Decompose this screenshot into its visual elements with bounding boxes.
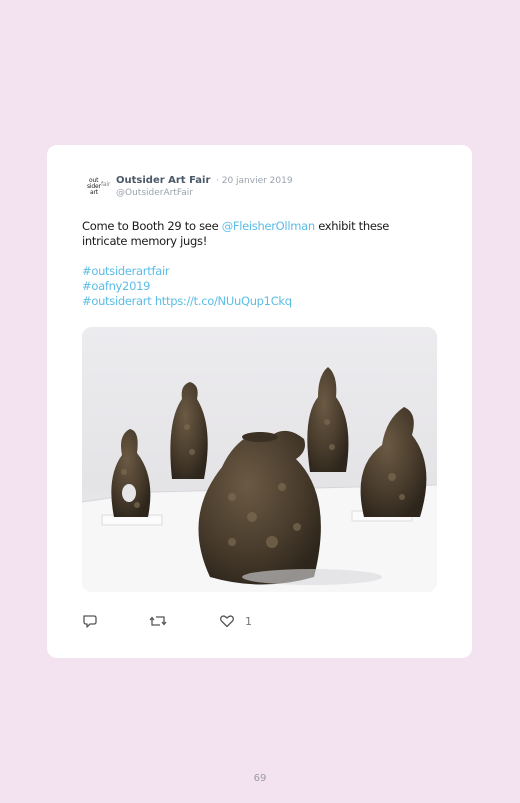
author-handle[interactable]: @OutsiderArtFair (116, 188, 193, 198)
reply-button[interactable] (82, 612, 98, 630)
tweet-text-segment: Come to Booth 29 to see (82, 219, 222, 233)
tweet-date[interactable]: · 20 janvier 2019 (216, 176, 293, 186)
avatar-logo-text: art (90, 189, 98, 196)
tweet-text: Come to Booth 29 to see @FleisherOllman … (82, 219, 442, 309)
retweet-icon (149, 616, 167, 626)
photo-of-memory-jugs-icon (82, 327, 437, 592)
retweet-button[interactable] (149, 612, 167, 630)
author-name[interactable]: Outsider Art Fair (116, 175, 210, 186)
tweet-card: out sider art fair Outsider Art Fair · 2… (47, 145, 472, 658)
url-link[interactable]: https://t.co/NUuQup1Ckq (155, 294, 292, 308)
tweet-header: out sider art fair Outsider Art Fair · 2… (82, 174, 442, 204)
tweet-text-line: intricate memory jugs! (82, 234, 208, 248)
hashtag-link[interactable]: #outsiderart (82, 294, 152, 308)
like-count: 1 (245, 614, 252, 628)
like-button[interactable]: 1 (219, 612, 252, 630)
tweet-actions: 1 (82, 612, 282, 630)
avatar[interactable]: out sider art fair (82, 178, 112, 200)
tweet-photo[interactable] (82, 327, 437, 592)
tweet-text-segment: exhibit these (314, 219, 390, 233)
hashtag-link[interactable]: #outsiderartfair (82, 264, 442, 279)
reply-icon (83, 615, 97, 628)
mention-link[interactable]: @FleisherOllman (222, 219, 315, 233)
tweet-text-line: Come to Booth 29 to see @FleisherOllman … (82, 219, 442, 234)
heart-icon (220, 615, 234, 628)
hashtag-link[interactable]: #oafny2019 (82, 279, 442, 294)
avatar-logo-text: fair (101, 181, 111, 188)
page-number: 69 (253, 773, 267, 784)
